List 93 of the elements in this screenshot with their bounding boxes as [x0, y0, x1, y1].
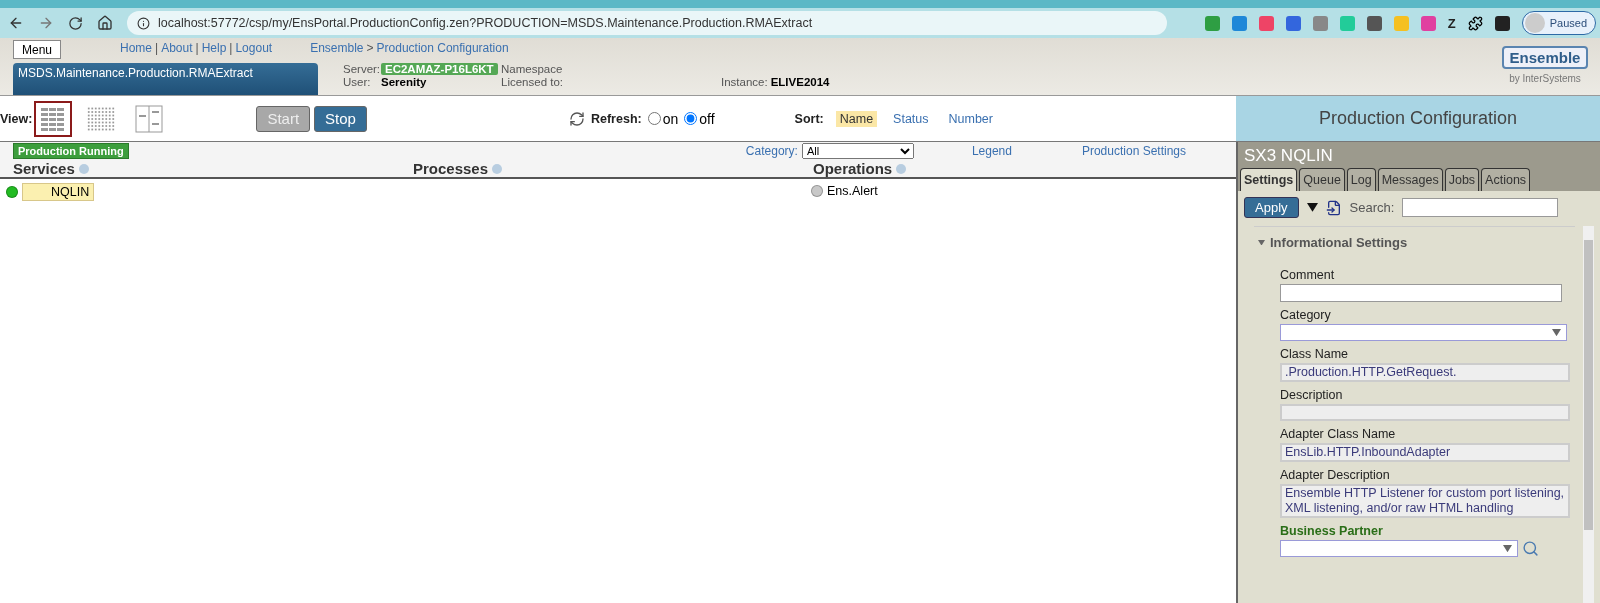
page-title: Production Configuration [1236, 96, 1600, 141]
reload-icon[interactable] [68, 15, 83, 31]
radio-button[interactable] [647, 112, 661, 125]
column-title: Services [13, 160, 75, 177]
stop-button[interactable]: Stop [314, 105, 367, 132]
document-icon[interactable] [1325, 199, 1342, 216]
apply-button[interactable]: Apply [1244, 197, 1299, 218]
expanded-icon[interactable] [1258, 239, 1265, 246]
sort-label: Sort: [794, 111, 824, 126]
split-view-icon [135, 104, 164, 133]
address-bar[interactable]: localhost:57772/csp/my/EnsPortal.ProductionConfig.zen?PRODUCTION=MSDS.Maintenance.Production.RMAExtract [127, 11, 1167, 35]
nav-link[interactable]: Logout [235, 41, 273, 55]
separator: | [155, 41, 159, 55]
settings-link[interactable]: Production Settings [1081, 144, 1186, 158]
panel-title: SX3 NQLIN [1243, 145, 1334, 167]
profile-button[interactable]: Paused [1521, 11, 1596, 35]
refresh-label: Refresh: [590, 111, 642, 126]
nav-link[interactable]: About [161, 41, 193, 55]
add-icon[interactable] [492, 163, 503, 174]
refresh-radio[interactable]: on [647, 110, 679, 127]
panel-tab[interactable]: Jobs [1444, 168, 1480, 191]
add-icon[interactable] [78, 163, 89, 174]
panel-tab[interactable]: Settings [1240, 168, 1298, 191]
separator: | [229, 41, 233, 55]
view-label: View: [0, 111, 33, 126]
refresh-icon [568, 110, 585, 127]
breadcrumb-link[interactable]: Ensemble [310, 41, 364, 55]
user-name: Serenity [381, 76, 427, 88]
readonly-field: EnsLib.HTTP.InboundAdapter [1280, 443, 1570, 462]
home-icon[interactable] [97, 15, 113, 31]
separator: | [195, 41, 199, 55]
sort-option[interactable]: Name [835, 110, 878, 127]
partner-dropdown[interactable] [1280, 540, 1518, 557]
scroll-thumb[interactable] [1584, 240, 1593, 530]
field-label: Comment [1280, 268, 1336, 282]
status-badge: Production Running [13, 143, 129, 159]
production-name: MSDS.Maintenance.Production.RMAExtract [13, 63, 318, 95]
extension-letter[interactable]: Z [1447, 15, 1456, 31]
panel-tab[interactable]: Log [1346, 168, 1376, 191]
field-label: Adapter Class Name [1280, 427, 1397, 441]
instance-name: ELIVE2014 [770, 76, 830, 88]
user-label: User: [343, 76, 371, 88]
namespace-label: Namespace [501, 63, 563, 75]
info-icon[interactable] [137, 16, 150, 30]
avatar-icon [1524, 13, 1545, 33]
readonly-field: .Production.HTTP.GetRequest. [1280, 363, 1570, 382]
instance-label: Instance: [721, 76, 768, 88]
field-label: Category [1280, 308, 1332, 322]
nav-link[interactable]: Help [201, 41, 227, 55]
search-label: Search: [1349, 200, 1395, 215]
filter-icon[interactable] [1306, 203, 1318, 212]
comment-field[interactable] [1280, 284, 1562, 302]
breadcrumb-separator: > [366, 41, 374, 55]
search-icon[interactable] [1522, 540, 1539, 557]
readonly-field: Ensemble HTTP Listener for custom port listening, XML listening, and/or raw HTML handling [1280, 484, 1570, 518]
menu-button[interactable]: Menu [13, 40, 61, 60]
field-label: Business Partner [1280, 524, 1384, 538]
category-select[interactable]: All [801, 143, 914, 159]
logo-subtitle: by InterSystems [1509, 73, 1581, 84]
radio-button[interactable] [684, 112, 698, 125]
panel-tab[interactable]: Actions [1481, 168, 1531, 191]
section-title[interactable]: Informational Settings [1270, 235, 1408, 250]
ensemble-logo: Ensemble [1501, 46, 1589, 69]
panel-tab[interactable]: Messages [1377, 168, 1443, 191]
column-title: Processes [413, 160, 489, 177]
url-text: localhost:57772/csp/my/EnsPortal.ProductionConfig.zen?PRODUCTION=MSDS.Maintenance.Production.RMAExtract [158, 16, 813, 30]
search-field[interactable] [1402, 198, 1559, 217]
extensions-icon[interactable] [1467, 15, 1483, 31]
field-label: Adapter Description [1280, 468, 1391, 482]
forward-icon[interactable] [38, 15, 54, 31]
component-item[interactable]: Ens.Alert [827, 183, 882, 199]
add-icon[interactable] [896, 163, 907, 174]
dropdown-arrow-icon [1503, 544, 1512, 553]
sort-option[interactable]: Status [889, 110, 933, 127]
view-button[interactable] [34, 100, 73, 137]
component-item[interactable]: NQLIN [22, 183, 95, 201]
sort-option[interactable]: Number [944, 110, 997, 127]
nav-link[interactable]: Home [120, 41, 152, 55]
panel-tab[interactable]: Queue [1299, 168, 1345, 191]
server-name: EC2AMAZ-P16L6KT [381, 63, 498, 75]
breadcrumb-link[interactable]: Production Configuration [376, 41, 509, 55]
category-label: Category: [745, 144, 798, 158]
field-label: Description [1280, 388, 1344, 402]
field-label: Class Name [1280, 347, 1350, 361]
column-title: Operations [813, 160, 893, 177]
licensed-label: Licensed to: [501, 76, 563, 88]
back-icon[interactable] [8, 15, 24, 31]
category-dropdown[interactable] [1280, 324, 1567, 341]
scrollbar[interactable] [1583, 226, 1594, 603]
refresh-radio[interactable]: off [684, 110, 715, 127]
server-label: Server: [343, 63, 381, 75]
dropdown-arrow-icon [1552, 328, 1561, 337]
legend-link[interactable]: Legend [971, 144, 1012, 158]
